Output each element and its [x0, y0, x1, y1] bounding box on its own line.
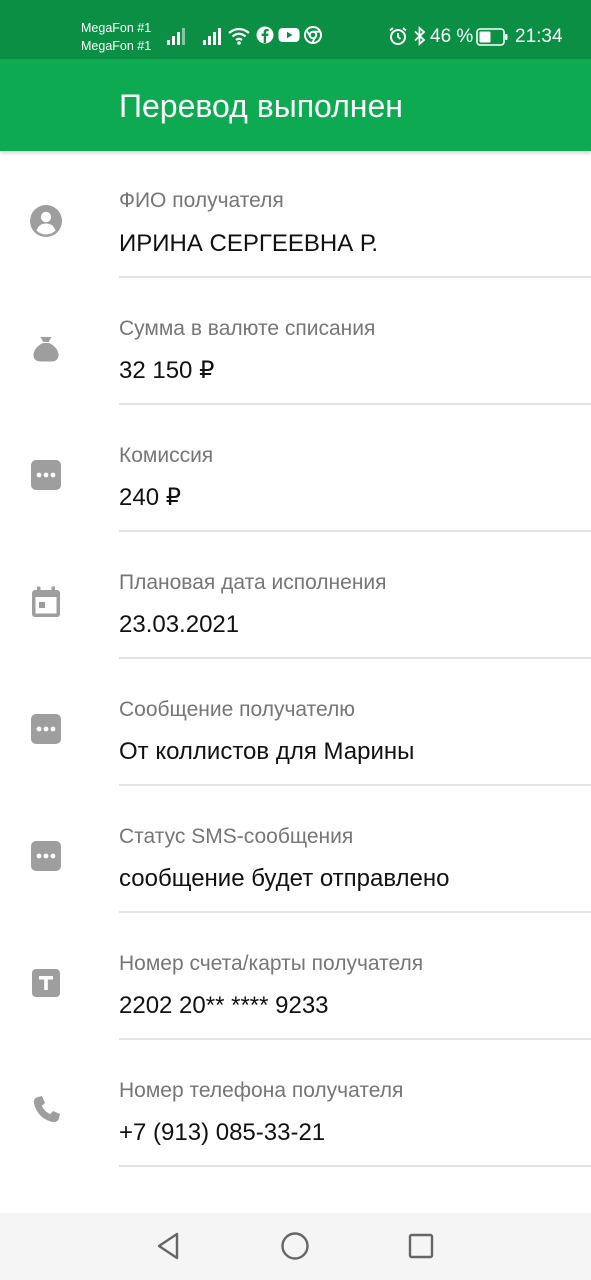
- detail-label: Статус SMS-сообщения: [119, 825, 354, 848]
- operator-2: MegaFon #1: [81, 39, 152, 53]
- detail-row-amount: Сумма в валюте списания 32 150 ₽: [0, 278, 591, 405]
- operator-1: MegaFon #1: [81, 21, 152, 35]
- money-bag-icon: [33, 337, 59, 362]
- battery-percent: 46 %: [430, 26, 474, 47]
- detail-label: Номер счета/карты получателя: [119, 952, 424, 975]
- facebook-icon: [256, 26, 274, 44]
- detail-value: От коллистов для Марины: [119, 738, 415, 765]
- detail-value: +7 (913) 085-33-21: [119, 1119, 326, 1146]
- detail-row-message: Сообщение получателю От коллистов для Ма…: [0, 659, 591, 786]
- calendar-icon: [32, 586, 60, 617]
- detail-row-phone: Номер телефона получателя +7 (913) 085-3…: [0, 1040, 591, 1167]
- detail-label: Сумма в валюте списания: [119, 317, 376, 340]
- person-icon: [30, 205, 62, 237]
- signal-icon: [167, 28, 185, 45]
- phone-icon: [33, 1096, 60, 1123]
- chrome-icon: [304, 26, 322, 44]
- detail-row-recipient-name: ФИО получателя ИРИНА СЕРГЕЕВНА Р.: [0, 151, 591, 278]
- page-title: Перевод выполнен: [119, 88, 403, 124]
- detail-row-fee: Комиссия 240 ₽: [0, 405, 591, 532]
- detail-value: 240 ₽: [119, 484, 181, 511]
- clock: 21:34: [515, 26, 563, 47]
- alarm-icon: [389, 27, 407, 45]
- divider: [119, 1165, 591, 1167]
- card-t-icon: [32, 969, 60, 997]
- detail-label: ФИО получателя: [119, 189, 284, 212]
- status-bar: MegaFon #1 MegaFon #1 46 % 21:34: [0, 0, 591, 59]
- detail-row-date: Плановая дата исполнения 23.03.2021: [0, 532, 591, 659]
- system-nav-bar: [0, 1213, 591, 1280]
- youtube-icon: [278, 28, 300, 42]
- dots-icon: [31, 460, 61, 490]
- app-bar: Перевод выполнен: [0, 59, 591, 151]
- detail-row-sms-status: Статус SMS-сообщения сообщение будет отп…: [0, 786, 591, 913]
- battery-icon: [476, 28, 508, 46]
- detail-value: сообщение будет отправлено: [119, 865, 450, 892]
- dots-icon: [31, 714, 61, 744]
- detail-label: Номер телефона получателя: [119, 1079, 404, 1102]
- bluetooth-icon: [414, 26, 426, 46]
- detail-label: Комиссия: [119, 444, 214, 467]
- detail-value: 32 150 ₽: [119, 357, 215, 384]
- detail-value: 2202 20** **** 9233: [119, 992, 329, 1019]
- home-icon[interactable]: [279, 1230, 311, 1262]
- recents-icon[interactable]: [405, 1230, 437, 1262]
- detail-value: ИРИНА СЕРГЕЕВНА Р.: [119, 230, 379, 257]
- wifi-icon: [228, 27, 250, 45]
- transfer-details-list: ФИО получателя ИРИНА СЕРГЕЕВНА Р. Сумма …: [0, 151, 591, 1213]
- back-icon[interactable]: [153, 1230, 185, 1262]
- detail-label: Плановая дата исполнения: [119, 571, 387, 594]
- detail-value: 23.03.2021: [119, 611, 240, 638]
- detail-label: Сообщение получателю: [119, 698, 355, 721]
- operator-names: MegaFon #1 MegaFon #1: [81, 19, 151, 55]
- detail-row-card-number: Номер счета/карты получателя 2202 20** *…: [0, 913, 591, 1040]
- dots-icon: [31, 841, 61, 871]
- signal-icon: [203, 28, 221, 45]
